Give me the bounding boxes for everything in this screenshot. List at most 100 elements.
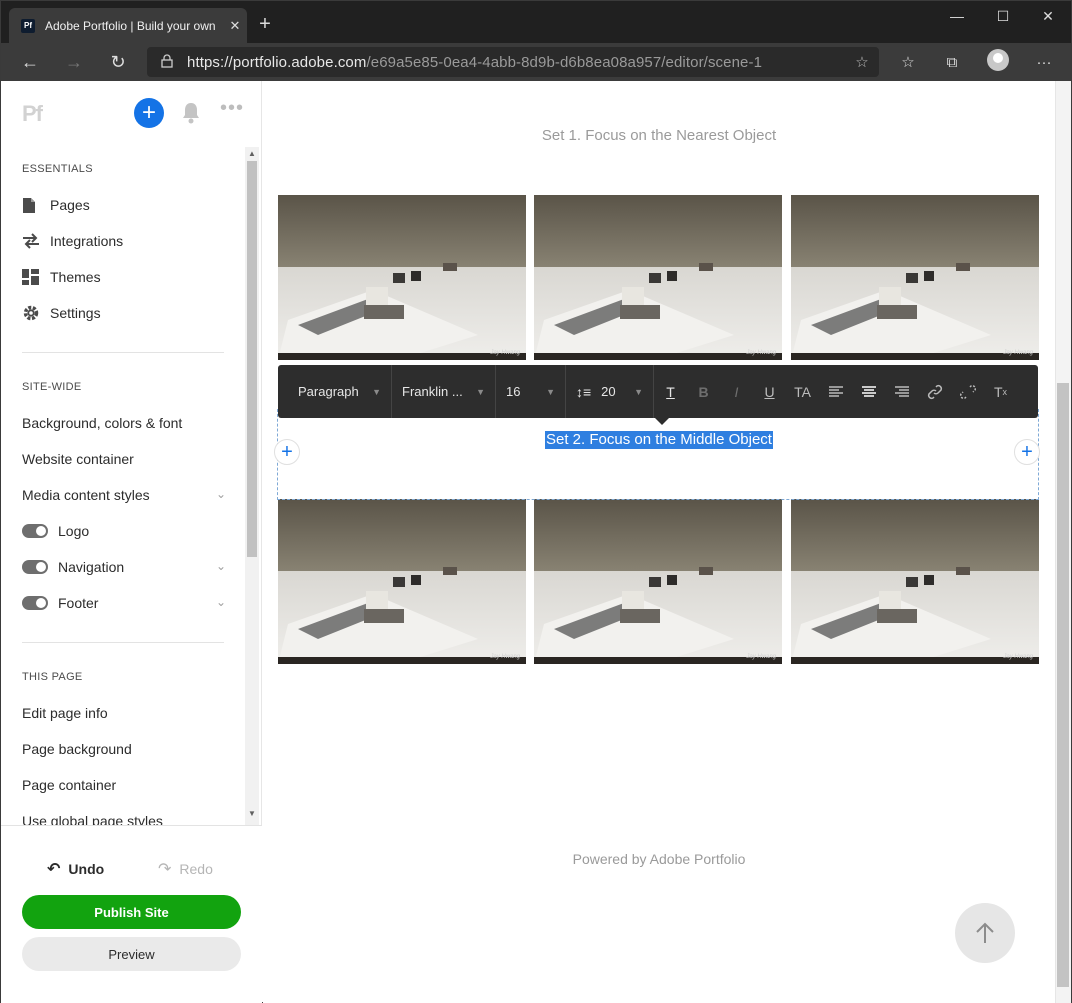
- thispage-heading: THIS PAGE: [22, 671, 83, 683]
- add-block-left-icon[interactable]: +: [274, 439, 300, 465]
- sitewide-heading: SITE-WIDE: [22, 381, 82, 393]
- divider: [22, 642, 224, 643]
- gallery-photo[interactable]: Jay Hwang: [534, 499, 782, 664]
- favorite-star-icon[interactable]: ☆: [845, 53, 879, 71]
- clear-format-glyph: T: [993, 383, 1003, 400]
- sidebar-item-edit-page-info[interactable]: Edit page info: [22, 701, 232, 725]
- sidebar-item-label: Page background: [22, 741, 132, 757]
- close-tab-icon[interactable]: ✕: [223, 18, 247, 34]
- swap-icon: [22, 233, 50, 249]
- address-bar-row: ← → ↻ https://portfolio.adobe.com/e69a5e…: [1, 43, 1071, 81]
- collections-icon[interactable]: ⧉: [939, 51, 965, 73]
- page-scrollbar-thumb[interactable]: [1057, 383, 1069, 987]
- chevron-down-icon[interactable]: ⌄: [216, 559, 226, 573]
- preview-button[interactable]: Preview: [22, 937, 241, 971]
- sidebar-item-label: Footer: [58, 595, 99, 611]
- page-canvas: Set 1. Focus on the Nearest Object Jay H…: [263, 81, 1055, 1003]
- sidebar-item-page-background[interactable]: Page background: [22, 737, 232, 761]
- gallery-photo[interactable]: Jay Hwang: [278, 499, 526, 664]
- sidebar-item-label: Website container: [22, 451, 134, 467]
- bell-icon[interactable]: [180, 101, 202, 125]
- file-icon: [22, 197, 50, 214]
- photo-credit: Jay Hwang: [746, 654, 776, 660]
- sidebar-item-label: Integrations: [50, 233, 124, 249]
- sidebar-actions: ↶ Undo ↷ Redo Publish Site Preview: [1, 825, 262, 1003]
- link-icon[interactable]: [918, 365, 951, 418]
- sidebar-item-background-colors-font[interactable]: Background, colors & font: [22, 411, 232, 435]
- footer-toggle[interactable]: [22, 596, 48, 610]
- chevron-down-icon[interactable]: ⌄: [216, 487, 226, 501]
- more-menu-icon[interactable]: ···: [1031, 51, 1057, 73]
- sidebar-item-label: Navigation: [58, 559, 125, 575]
- refresh-icon[interactable]: ↻: [104, 50, 132, 74]
- sidebar-item-label: Media content styles: [22, 487, 150, 503]
- underline-icon[interactable]: U: [753, 365, 786, 418]
- clear-format-icon[interactable]: Tx: [984, 365, 1017, 418]
- sidebar-item-pages[interactable]: Pages: [22, 193, 232, 217]
- italic-icon[interactable]: I: [720, 365, 753, 418]
- back-to-top-button[interactable]: [955, 903, 1015, 963]
- align-left-icon[interactable]: [819, 365, 852, 418]
- sidebar-item-settings[interactable]: Settings: [22, 301, 232, 325]
- maximize-icon[interactable]: ☐: [980, 1, 1026, 31]
- block-type-select[interactable]: Paragraph ▼: [278, 365, 392, 418]
- browser-window: Pf Adobe Portfolio | Build your own ✕ + …: [0, 0, 1072, 1003]
- sidebar-item-use-global-page-styles[interactable]: Use global page styles: [22, 809, 232, 825]
- unlink-icon[interactable]: [951, 365, 984, 418]
- close-window-icon[interactable]: ✕: [1025, 1, 1071, 31]
- undo-button[interactable]: ↶ Undo: [47, 859, 104, 879]
- sidebar-item-website-container[interactable]: Website container: [22, 447, 232, 471]
- scroll-down-icon[interactable]: ▼: [246, 809, 258, 821]
- add-block-right-icon[interactable]: +: [1014, 439, 1040, 465]
- caret-down-icon: ▼: [546, 386, 555, 397]
- text-case-icon[interactable]: TA: [786, 365, 819, 418]
- editor-sidebar: Pf + ••• ESSENTIALS Pages Integrations T…: [1, 81, 262, 1003]
- profile-avatar-icon[interactable]: [987, 49, 1009, 71]
- minimize-icon[interactable]: —: [934, 1, 980, 31]
- redo-button[interactable]: ↷ Redo: [158, 859, 213, 879]
- gallery-photo[interactable]: Jay Hwang: [791, 499, 1039, 664]
- gallery-photo[interactable]: Jay Hwang: [791, 195, 1039, 360]
- undo-icon: ↶: [47, 861, 61, 878]
- add-content-button[interactable]: +: [134, 98, 164, 128]
- sidebar-item-footer[interactable]: Footer ⌄: [22, 591, 232, 615]
- scroll-up-icon[interactable]: ▲: [246, 149, 258, 161]
- sidebar-item-label: Edit page info: [22, 705, 108, 721]
- gallery-photo[interactable]: Jay Hwang: [534, 195, 782, 360]
- sidebar-item-navigation[interactable]: Navigation ⌄: [22, 555, 232, 579]
- more-options-icon[interactable]: •••: [220, 97, 244, 120]
- sidebar-item-integrations[interactable]: Integrations: [22, 229, 232, 253]
- favorites-icon[interactable]: ☆: [895, 51, 921, 73]
- photo-credit: Jay Hwang: [490, 654, 520, 660]
- sidebar-item-themes[interactable]: Themes: [22, 265, 232, 289]
- photo-credit: Jay Hwang: [1003, 654, 1033, 660]
- tab-title: Adobe Portfolio | Build your own: [45, 18, 216, 33]
- bold-icon[interactable]: B: [687, 365, 720, 418]
- sidebar-item-page-container[interactable]: Page container: [22, 773, 232, 797]
- sidebar-item-logo[interactable]: Logo: [22, 519, 232, 543]
- chevron-down-icon[interactable]: ⌄: [216, 595, 226, 609]
- back-icon[interactable]: ←: [16, 50, 44, 74]
- font-size-select[interactable]: 16 ▼: [496, 365, 566, 418]
- sidebar-scrollbar-thumb[interactable]: [247, 161, 257, 557]
- set2-heading[interactable]: Set 2. Focus on the Middle Object: [545, 431, 773, 449]
- font-select[interactable]: Franklin ... ▼: [392, 365, 496, 418]
- sidebar-item-media-content-styles[interactable]: Media content styles ⌄: [22, 483, 232, 507]
- navigation-toggle[interactable]: [22, 560, 48, 574]
- logo-toggle[interactable]: [22, 524, 48, 538]
- new-tab-icon[interactable]: +: [255, 13, 275, 36]
- set1-heading[interactable]: Set 1. Focus on the Nearest Object: [263, 127, 1055, 144]
- text-color-icon[interactable]: T: [654, 365, 687, 418]
- sidebar-item-label: Themes: [50, 269, 101, 285]
- caret-down-icon: ▼: [634, 386, 643, 397]
- address-bar[interactable]: https://portfolio.adobe.com/e69a5e85-0ea…: [147, 47, 879, 77]
- align-right-icon[interactable]: [885, 365, 918, 418]
- photo-credit: Jay Hwang: [490, 350, 520, 356]
- forward-icon[interactable]: →: [60, 50, 88, 74]
- divider: [22, 352, 224, 353]
- gallery-photo[interactable]: Jay Hwang: [278, 195, 526, 360]
- browser-tab[interactable]: Pf Adobe Portfolio | Build your own ✕: [9, 8, 247, 43]
- publish-site-button[interactable]: Publish Site: [22, 895, 241, 929]
- line-height-select[interactable]: ↕≡ 20 ▼: [566, 365, 654, 418]
- align-center-icon[interactable]: [852, 365, 885, 418]
